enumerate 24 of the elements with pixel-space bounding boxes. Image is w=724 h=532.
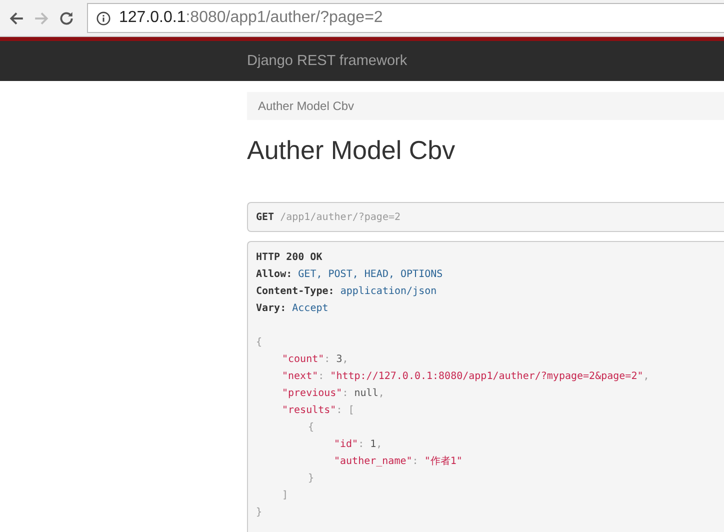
address-bar[interactable]: 127.0.0.1:8080/app1/auther/?page=2 — [87, 3, 724, 33]
back-icon[interactable] — [8, 10, 25, 26]
page-title: Auther Model Cbv — [247, 135, 456, 165]
info-icon[interactable] — [96, 10, 111, 26]
json-line: "next": "http://127.0.0.1:8080/app1/auther/?mypage=2&page=2", — [282, 371, 650, 382]
json-line: } — [308, 473, 314, 484]
json-line: ] — [282, 490, 288, 501]
header-line: Vary: Accept — [256, 303, 328, 314]
json-line: "auther_name": "作者1" — [334, 456, 462, 467]
brand-link[interactable]: Django REST framework — [247, 53, 408, 69]
reload-icon[interactable] — [58, 10, 75, 26]
json-line: "id": 1, — [334, 439, 382, 450]
breadcrumb-item[interactable]: Auther Model Cbv — [258, 99, 354, 113]
header-line: Allow: GET, POST, HEAD, OPTIONS — [256, 269, 443, 280]
request-line: GET /app1/auther/?page=2 — [256, 212, 401, 222]
json-line: { — [256, 337, 262, 348]
json-line: "count": 3, — [282, 354, 348, 365]
json-line: } — [256, 507, 262, 518]
header-line: Content-Type: application/json — [256, 286, 437, 297]
status-line: HTTP 200 OK — [256, 252, 322, 263]
json-line: "previous": null, — [282, 388, 384, 399]
url-text: 127.0.0.1:8080/app1/auther/?page=2 — [119, 9, 383, 27]
json-line: { — [308, 422, 314, 433]
json-line: "results": [ — [282, 405, 354, 416]
